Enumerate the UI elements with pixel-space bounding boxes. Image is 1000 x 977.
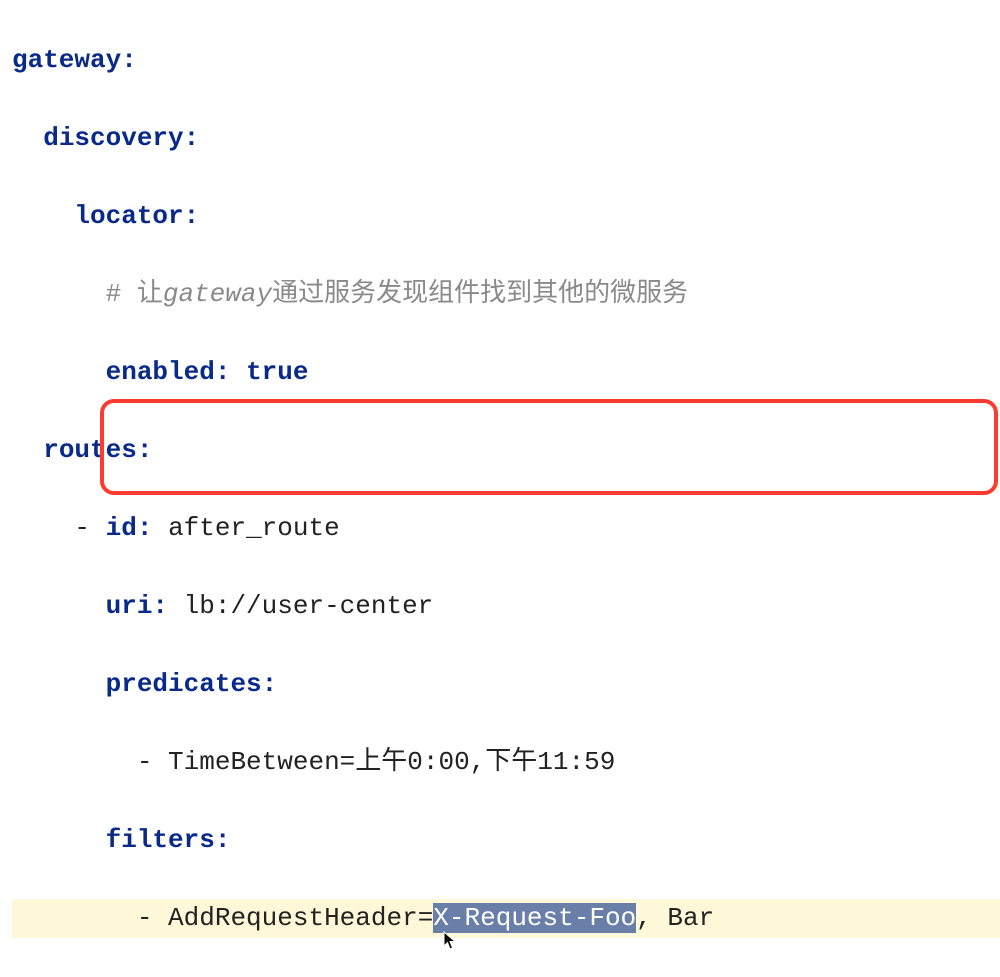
code-line: filters: — [12, 821, 1000, 860]
yaml-key: filters: — [106, 825, 231, 855]
yaml-key: gateway: — [12, 45, 137, 75]
yaml-dash: - — [74, 513, 105, 543]
yaml-key: locator: — [74, 201, 199, 231]
yaml-key: discovery: — [43, 123, 199, 153]
highlighted-code-line: - AddRequestHeader=X-Request-Foo, Bar — [12, 899, 1000, 938]
yaml-key: uri: — [106, 591, 184, 621]
yaml-value: lb://user-center — [184, 591, 434, 621]
filter-prefix: AddRequestHeader= — [168, 903, 433, 933]
code-line: predicates: — [12, 665, 1000, 704]
code-line: routes: — [12, 431, 1000, 470]
yaml-key: predicates: — [106, 669, 278, 699]
code-line: uri: lb://user-center — [12, 587, 1000, 626]
code-line: locator: — [12, 197, 1000, 236]
code-line: enabled: true — [12, 353, 1000, 392]
yaml-dash: - — [137, 747, 168, 777]
yaml-value: after_route — [168, 513, 340, 543]
text-selection: X — [433, 903, 449, 933]
yaml-key: routes: — [43, 435, 152, 465]
yaml-value: true — [246, 357, 308, 387]
text-selection: - — [449, 903, 465, 933]
code-line: - TimeBetween=上午0:00,下午11:59 — [12, 743, 1000, 782]
text-selection: Request-Foo — [465, 903, 637, 933]
yaml-comment: # 让gateway通过服务发现组件找到其他的微服务 — [106, 279, 688, 309]
yaml-code-block: gateway: discovery: locator: # 让gateway通… — [0, 0, 1000, 977]
code-line: # 让gateway通过服务发现组件找到其他的微服务 — [12, 275, 1000, 314]
filter-suffix: , Bar — [636, 903, 714, 933]
code-line: discovery: — [12, 119, 1000, 158]
yaml-dash: - — [137, 903, 168, 933]
yaml-value: TimeBetween=上午0:00,下午11:59 — [168, 747, 615, 777]
yaml-key: id: — [106, 513, 168, 543]
code-line: - id: after_route — [12, 509, 1000, 548]
yaml-key: enabled: — [106, 357, 246, 387]
code-line: gateway: — [12, 41, 1000, 80]
